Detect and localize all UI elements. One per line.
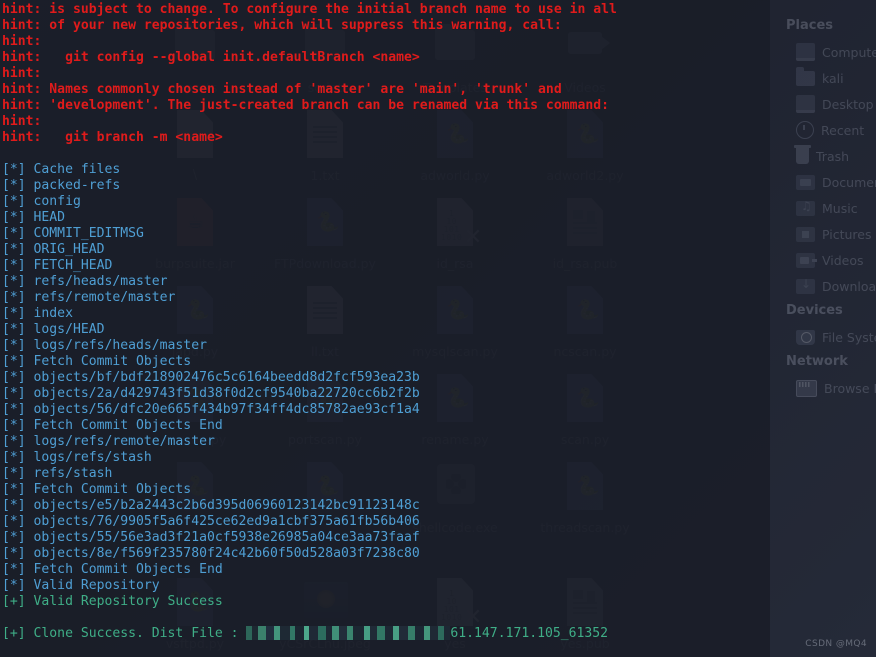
terminal-line: [*] logs/HEAD bbox=[2, 322, 105, 337]
terminal-line: hint: Names commonly chosen instead of '… bbox=[2, 82, 562, 97]
places-item[interactable]: Desktop bbox=[776, 91, 876, 117]
places-item[interactable]: Recent bbox=[776, 117, 876, 143]
places-item[interactable]: Browse Network bbox=[776, 375, 876, 401]
terminal-line: [*] refs/heads/master bbox=[2, 274, 168, 289]
terminal-line: hint: is subject to change. To configure… bbox=[2, 2, 617, 17]
places-item[interactable]: kali bbox=[776, 65, 876, 91]
terminal-line: [*] refs/stash bbox=[2, 466, 113, 481]
places-item-label: Desktop bbox=[822, 96, 874, 112]
terminal-line: hint: of your new repositories, which wi… bbox=[2, 18, 562, 33]
terminal-line: [*] objects/55/56e3ad3f21a0cf5938e26985a… bbox=[2, 530, 420, 545]
places-item-label: Browse Network bbox=[824, 380, 876, 396]
terminal-line: [*] HEAD bbox=[2, 210, 66, 225]
home-folder-icon bbox=[796, 66, 815, 86]
places-item[interactable]: Downloads bbox=[776, 273, 876, 299]
places-item-label: Downloads bbox=[822, 278, 876, 294]
computer-icon bbox=[796, 43, 815, 61]
places-item[interactable]: Pictures bbox=[776, 221, 876, 247]
screen: reportsscriptTemplatesVideos\1.txt🐍adwor… bbox=[0, 0, 876, 657]
terminal-line: [*] objects/56/dfc20e665f434b97f34ff4dc8… bbox=[2, 402, 420, 417]
places-item[interactable]: Music bbox=[776, 195, 876, 221]
places-item-label: Trash bbox=[816, 148, 850, 164]
places-item-label: kali bbox=[822, 70, 844, 86]
places-item[interactable]: Trash bbox=[776, 143, 876, 169]
terminal-line: [*] COMMIT_EDITMSG bbox=[2, 226, 144, 241]
terminal-line: [*] packed-refs bbox=[2, 178, 121, 193]
music-icon bbox=[796, 199, 815, 216]
terminal-line: [*] Fetch Commit Objects End bbox=[2, 418, 223, 433]
terminal-line: [*] FETCH_HEAD bbox=[2, 258, 113, 273]
terminal-line: [*] logs/refs/remote/master bbox=[2, 434, 215, 449]
terminal-line: [*] objects/76/9905f5a6f425ce62ed9a1cbf3… bbox=[2, 514, 420, 529]
terminal-line: [*] objects/e5/b2a2443c2b6d395d069601231… bbox=[2, 498, 420, 513]
clone-success-suffix: 61.147.171.105_61352 bbox=[450, 626, 609, 641]
trash-icon bbox=[794, 145, 811, 164]
redacted-path bbox=[246, 626, 451, 640]
terminal-line: hint: git branch -m <name> bbox=[2, 130, 223, 145]
terminal-line: hint: git config --global init.defaultBr… bbox=[2, 50, 420, 65]
terminal-line: [*] config bbox=[2, 194, 81, 209]
places-item[interactable]: Documents bbox=[776, 169, 876, 195]
places-section-heading: Devices bbox=[786, 303, 843, 318]
terminal-line: [*] refs/remote/master bbox=[2, 290, 176, 305]
places-item[interactable]: File System bbox=[776, 324, 876, 350]
places-section-heading: Network bbox=[786, 354, 848, 369]
terminal-line: [*] logs/refs/stash bbox=[2, 450, 152, 465]
documents-icon bbox=[796, 174, 815, 190]
places-item-label: Pictures bbox=[822, 226, 872, 242]
places-item-label: Videos bbox=[822, 252, 864, 268]
csdn-watermark: CSDN @MQ4 bbox=[805, 639, 867, 649]
terminal-line: [*] objects/bf/bdf218902476c5c6164beedd8… bbox=[2, 370, 420, 385]
desktop-icon bbox=[796, 95, 815, 113]
terminal-line: [*] objects/8e/f569f235780f24c42b60f50d5… bbox=[2, 546, 420, 561]
pictures-icon bbox=[796, 226, 815, 242]
clock-icon bbox=[796, 121, 814, 139]
terminal-line: [*] index bbox=[2, 306, 73, 321]
terminal-line: [*] logs/refs/heads/master bbox=[2, 338, 207, 353]
clone-success-prefix: [+] Clone Success. Dist File : bbox=[2, 626, 247, 641]
terminal-line: [+] Clone Success. Dist File : 61.147.17… bbox=[2, 626, 770, 642]
terminal-line: [*] Fetch Commit Objects End bbox=[2, 562, 223, 577]
places-item-label: Documents bbox=[822, 174, 876, 190]
places-item-label: Recent bbox=[821, 122, 865, 138]
terminal-line: hint: bbox=[2, 34, 42, 49]
filesystem-icon bbox=[796, 329, 815, 345]
terminal-line: [*] Cache files bbox=[2, 162, 121, 177]
videos-icon bbox=[796, 252, 815, 268]
places-item[interactable]: Computer bbox=[776, 39, 876, 65]
places-item[interactable]: Videos bbox=[776, 247, 876, 273]
places-item-label: Computer bbox=[822, 44, 876, 60]
terminal-line: hint: bbox=[2, 66, 42, 81]
places-item-label: Music bbox=[822, 200, 858, 216]
terminal-line: [*] ORIG_HEAD bbox=[2, 242, 105, 257]
places-sidebar[interactable]: Places Computer kali Desktop Recent Trash Docu… bbox=[776, 0, 876, 657]
places-section-heading: Places bbox=[786, 18, 834, 33]
terminal-line: hint: 'development'. The just-created br… bbox=[2, 98, 609, 113]
terminal-window[interactable]: hint: is subject to change. To configure… bbox=[0, 0, 770, 657]
terminal-line: [*] Fetch Commit Objects bbox=[2, 482, 192, 497]
terminal-line: [*] objects/2a/d429743f51d38f0d2cf9540ba… bbox=[2, 386, 420, 401]
terminal-line: hint: bbox=[2, 114, 42, 129]
downloads-icon bbox=[796, 277, 815, 294]
terminal-line: [*] Fetch Commit Objects bbox=[2, 354, 192, 369]
network-icon bbox=[796, 379, 817, 397]
terminal-line: [+] Valid Repository Success bbox=[2, 594, 223, 609]
terminal-line: [*] Valid Repository bbox=[2, 578, 160, 593]
places-item-label: File System bbox=[822, 329, 876, 345]
